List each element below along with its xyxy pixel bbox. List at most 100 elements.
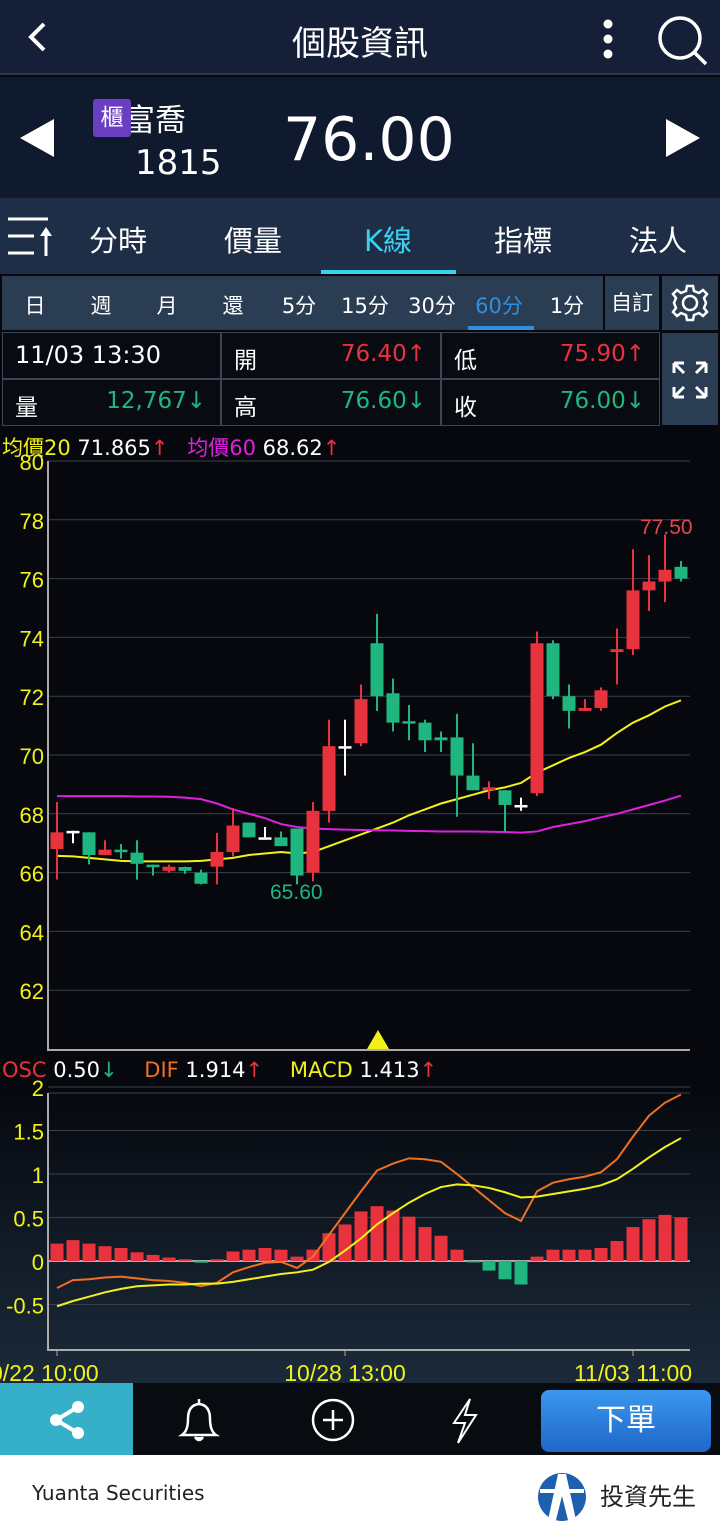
- volume-label: 量: [15, 395, 38, 421]
- candle-body: [594, 690, 608, 708]
- custom-period-button[interactable]: 自訂: [605, 276, 659, 330]
- candle-body: [370, 643, 384, 697]
- candle-body: [610, 649, 624, 653]
- more-vertical-icon[interactable]: [598, 16, 618, 60]
- share-button[interactable]: [0, 1383, 133, 1455]
- osc-arrow: ↓: [99, 1058, 118, 1082]
- period-60min[interactable]: 60分: [469, 290, 529, 320]
- candle-body: [178, 867, 192, 871]
- dif-arrow: ↑: [245, 1058, 264, 1082]
- period-day[interactable]: 日: [5, 290, 65, 320]
- period-1min[interactable]: 1分: [537, 290, 597, 320]
- candle-body: [306, 810, 320, 873]
- candle-body: [242, 822, 256, 838]
- plus-circle-icon[interactable]: [310, 1397, 356, 1443]
- place-order-button[interactable]: 下單: [541, 1390, 711, 1452]
- next-stock-icon[interactable]: [664, 119, 700, 157]
- low-label: 低: [454, 348, 477, 374]
- open-value: 76.40↑: [340, 341, 426, 367]
- period-15min[interactable]: 15分: [335, 290, 395, 320]
- period-5min[interactable]: 5分: [269, 290, 329, 320]
- market-badge: 櫃: [93, 99, 131, 137]
- macd-label: MACD: [289, 1058, 353, 1082]
- gear-icon: [671, 284, 709, 322]
- candle-body: [82, 832, 96, 855]
- expand-icon: [672, 361, 708, 399]
- settings-button[interactable]: [662, 276, 718, 330]
- prev-stock-icon[interactable]: [20, 119, 56, 157]
- period-week[interactable]: 週: [71, 290, 131, 320]
- active-tab-indicator: [321, 270, 456, 274]
- candle-body: [546, 643, 560, 697]
- marker-triangle-icon: [367, 1030, 389, 1049]
- candle-body: [386, 693, 400, 723]
- candle-body: [210, 852, 224, 867]
- candle-body: [578, 707, 592, 711]
- ma20-label: 均價20: [2, 436, 71, 460]
- fullscreen-button[interactable]: [662, 333, 718, 425]
- candle-body: [146, 864, 160, 868]
- period-adjusted[interactable]: 還: [203, 290, 263, 320]
- y-tick-label: 70: [20, 744, 44, 769]
- ma60-label: 均價60: [187, 436, 256, 460]
- open-label: 開: [234, 348, 257, 374]
- y-tick-label: 78: [20, 509, 44, 534]
- app-logo-icon: [538, 1473, 586, 1521]
- candle-body: [98, 849, 112, 855]
- sort-menu-icon[interactable]: [6, 216, 54, 258]
- close-label: 收: [454, 395, 477, 421]
- share-icon: [50, 1401, 84, 1439]
- tab-price-volume[interactable]: 價量: [193, 218, 313, 260]
- info-open-cell: 開 76.40↑: [221, 332, 441, 379]
- tab-indicator[interactable]: 指標: [463, 218, 583, 260]
- stock-code: 1815: [135, 143, 222, 183]
- candle-body: [434, 737, 448, 741]
- info-datetime-cell: 11/03 13:30: [2, 332, 221, 379]
- bell-icon[interactable]: [176, 1397, 222, 1443]
- tab-minute[interactable]: 分時: [58, 218, 178, 260]
- tab-kline[interactable]: K線: [328, 218, 448, 260]
- candle-body: [130, 852, 144, 864]
- tab-institutional[interactable]: 法人: [598, 218, 718, 260]
- candle-body: [498, 790, 512, 805]
- candle-body: [258, 837, 272, 840]
- close-value: 76.00↓: [559, 388, 645, 414]
- y-tick-label: 76: [20, 568, 44, 593]
- candle-body: [322, 746, 336, 811]
- ma60-line: [57, 794, 682, 834]
- active-period-indicator: [468, 326, 534, 330]
- volume-value: 12,767↓: [106, 388, 206, 414]
- lightning-icon[interactable]: [450, 1397, 480, 1445]
- app-name: 投資先生: [600, 1483, 696, 1511]
- osc-label: OSC: [2, 1058, 47, 1082]
- y-tick-label: 72: [20, 685, 44, 710]
- stock-header: 富喬 櫃 1815 76.00: [0, 77, 720, 198]
- candle-body: [562, 696, 576, 711]
- price-axis: [47, 461, 690, 1051]
- y-tick-label: 64: [20, 920, 44, 945]
- ma20-line: [56, 699, 682, 863]
- high-annotation: 77.50: [640, 516, 693, 539]
- macd-value: 1.413: [359, 1058, 420, 1082]
- candle-body: [658, 569, 672, 582]
- candle-body: [162, 866, 176, 871]
- y-tick-label: 62: [20, 979, 44, 1004]
- macd-legend: OSC 0.50↓ DIF 1.914↑ MACD 1.413↑: [2, 1058, 437, 1082]
- period-month[interactable]: 月: [137, 290, 197, 320]
- candle-body: [642, 581, 656, 591]
- dif-value: 1.914: [185, 1058, 246, 1082]
- info-high-cell: 高 76.60↓: [221, 379, 441, 426]
- period-30min[interactable]: 30分: [402, 290, 462, 320]
- ma-legend: 均價20 71.865↑ 均價60 68.62↑: [2, 432, 340, 462]
- high-value: 76.60↓: [340, 388, 426, 414]
- y-tick-label: 74: [20, 626, 44, 651]
- tab-bar: 分時 價量 K線 指標 法人: [0, 198, 720, 274]
- info-volume-cell: 量 12,767↓: [2, 379, 221, 426]
- candle-body: [274, 837, 288, 847]
- candle-body: [402, 721, 416, 724]
- y-tick-label: 66: [20, 862, 44, 887]
- search-icon[interactable]: [656, 14, 708, 66]
- info-close-cell: 收 76.00↓: [441, 379, 660, 426]
- osc-value: 0.50: [53, 1058, 100, 1082]
- candle-body: [514, 804, 528, 808]
